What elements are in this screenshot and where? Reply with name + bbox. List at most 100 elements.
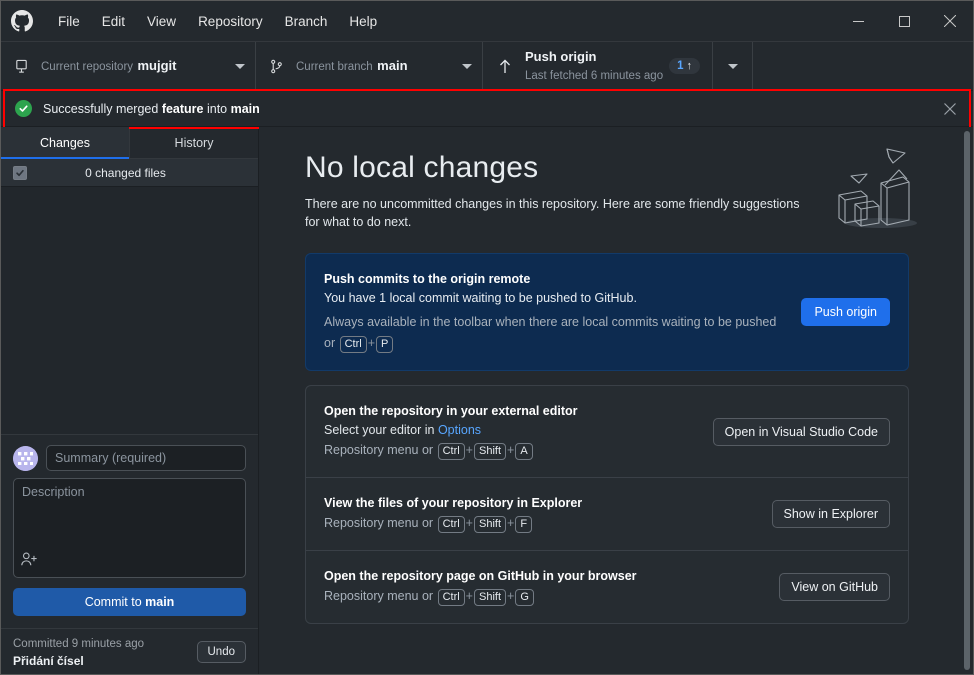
kbd-plus: +: [368, 336, 375, 350]
main-scrollbar[interactable]: [964, 131, 970, 670]
menu-repository[interactable]: Repository: [187, 9, 274, 34]
chevron-down-icon: [235, 64, 245, 69]
banner-target-branch: main: [231, 102, 260, 116]
suggestion-open-editor: Open the repository in your external edi…: [306, 386, 908, 478]
kbd-ctrl: Ctrl: [438, 589, 465, 606]
suggestion-hint: Repository menu or Ctrl+Shift+G: [324, 586, 765, 607]
kbd-plus: +: [507, 516, 514, 530]
commit-button[interactable]: Commit to main: [13, 588, 246, 616]
tab-history[interactable]: History: [130, 127, 258, 159]
suggestion-hint-text: Repository menu or: [324, 516, 437, 530]
current-branch-button[interactable]: Current branch main: [256, 42, 483, 90]
sidebar: Changes History 0 changed files: [1, 127, 259, 674]
last-commit-time: Committed 9 minutes ago: [13, 638, 144, 650]
kbd-f: F: [515, 516, 532, 533]
merge-success-banner-wrap: Successfully merged feature into main: [1, 91, 973, 127]
push-options-dropdown[interactable]: [713, 42, 753, 90]
maximize-icon[interactable]: [881, 1, 927, 41]
scrollbar-thumb[interactable]: [964, 131, 970, 670]
suggestion-title: View the files of your repository in Exp…: [324, 494, 758, 513]
changed-files-count: 0 changed files: [37, 166, 258, 180]
summary-row: [13, 445, 246, 471]
commit-button-branch: main: [145, 595, 174, 609]
open-in-editor-button[interactable]: Open in Visual Studio Code: [713, 418, 890, 446]
current-repository-label: Current repository: [41, 61, 133, 73]
kbd-shift: Shift: [474, 443, 506, 460]
push-origin-card-button[interactable]: Push origin: [801, 298, 890, 326]
push-origin-subtitle: Last fetched 6 minutes ago: [525, 70, 663, 82]
push-origin-button[interactable]: Push origin Last fetched 6 minutes ago 1…: [483, 42, 713, 90]
kbd-ctrl: Ctrl: [438, 443, 465, 460]
menu-help[interactable]: Help: [338, 9, 388, 34]
banner-message: Successfully merged feature into main: [43, 102, 937, 116]
last-commit-message: Přidání čísel: [13, 654, 84, 668]
commit-summary-input[interactable]: [46, 445, 246, 471]
arrow-up-icon: [495, 59, 515, 74]
changed-files-list: [1, 187, 258, 434]
kbd-shift: Shift: [474, 589, 506, 606]
select-all-checkbox[interactable]: [13, 166, 27, 180]
chevron-down-icon: [462, 64, 472, 69]
current-repository-value: mujgit: [138, 58, 177, 73]
banner-prefix: Successfully merged: [43, 102, 162, 116]
current-branch-value: main: [377, 58, 407, 73]
main-content: No local changes There are no uncommitte…: [259, 127, 973, 674]
menu-view[interactable]: View: [136, 9, 187, 34]
options-link[interactable]: Options: [438, 423, 481, 437]
banner-source-branch: feature: [162, 102, 204, 116]
menu-edit[interactable]: Edit: [91, 9, 136, 34]
suggestion-title: Open the repository page on GitHub in yo…: [324, 567, 765, 586]
kbd-plus: +: [507, 443, 514, 457]
banner-close-icon[interactable]: [937, 96, 963, 122]
close-icon[interactable]: [927, 1, 973, 41]
kbd-ctrl: Ctrl: [438, 516, 465, 533]
menu-file[interactable]: File: [47, 9, 91, 34]
github-logo-icon: [11, 10, 33, 32]
push-card-title: Push commits to the origin remote: [324, 270, 787, 289]
kbd-plus: +: [507, 589, 514, 603]
undo-button[interactable]: Undo: [197, 641, 247, 663]
push-commits-card: Push commits to the origin remote You ha…: [305, 253, 909, 371]
minimize-icon[interactable]: [835, 1, 881, 41]
kbd-a: A: [515, 443, 532, 460]
kbd-plus: +: [466, 443, 473, 457]
suggestion-hint-text: Repository menu or: [324, 589, 437, 603]
ahead-count-badge: 1 ↑: [669, 58, 700, 74]
suggestion-list: Open the repository in your external edi…: [305, 385, 909, 624]
avatar: [13, 446, 38, 471]
commit-description-box[interactable]: Description: [13, 478, 246, 578]
suggestion-title: Open the repository in your external edi…: [324, 402, 699, 421]
kbd-ctrl: Ctrl: [340, 336, 367, 353]
push-origin-title: Push origin: [525, 49, 597, 64]
commit-description-placeholder: Description: [22, 485, 237, 499]
kbd-plus: +: [466, 589, 473, 603]
kbd-shift: Shift: [474, 516, 506, 533]
changed-files-header: 0 changed files: [1, 159, 258, 187]
suggestion-hint: Repository menu or Ctrl+Shift+F: [324, 513, 758, 534]
show-in-explorer-button[interactable]: Show in Explorer: [772, 500, 891, 528]
branch-icon: [266, 59, 286, 74]
undo-commit-bar: Committed 9 minutes ago Přidání čísel Un…: [1, 628, 258, 674]
suggestion-subtitle: Select your editor in Options: [324, 421, 699, 440]
suggestion-cards: Push commits to the origin remote You ha…: [305, 253, 909, 624]
current-repository-button[interactable]: Current repository mujgit: [1, 42, 256, 90]
push-card-line: You have 1 local commit waiting to be pu…: [324, 289, 787, 308]
suggestion-hint-text: Repository menu or: [324, 443, 437, 457]
menu-branch[interactable]: Branch: [274, 9, 339, 34]
push-card-hint: Always available in the toolbar when the…: [324, 312, 787, 354]
chevron-down-icon: [728, 64, 738, 69]
kbd-g: G: [515, 589, 534, 606]
success-check-icon: [15, 100, 32, 117]
suggestion-hint: Repository menu or Ctrl+Shift+A: [324, 440, 699, 461]
commit-form: Description Commit to main: [1, 434, 258, 628]
app-window: File Edit View Repository Branch Help: [0, 0, 974, 675]
ahead-arrow-icon: ↑: [687, 60, 693, 72]
suggestion-subtitle-text: Select your editor in: [324, 423, 438, 437]
view-on-github-button[interactable]: View on GitHub: [779, 573, 890, 601]
add-coauthor-icon[interactable]: [20, 551, 38, 572]
tab-changes[interactable]: Changes: [1, 127, 129, 159]
ahead-count: 1: [677, 60, 683, 72]
repo-icon: [11, 59, 31, 74]
commit-button-prefix: Commit to: [85, 595, 145, 609]
window-controls: [835, 1, 973, 41]
